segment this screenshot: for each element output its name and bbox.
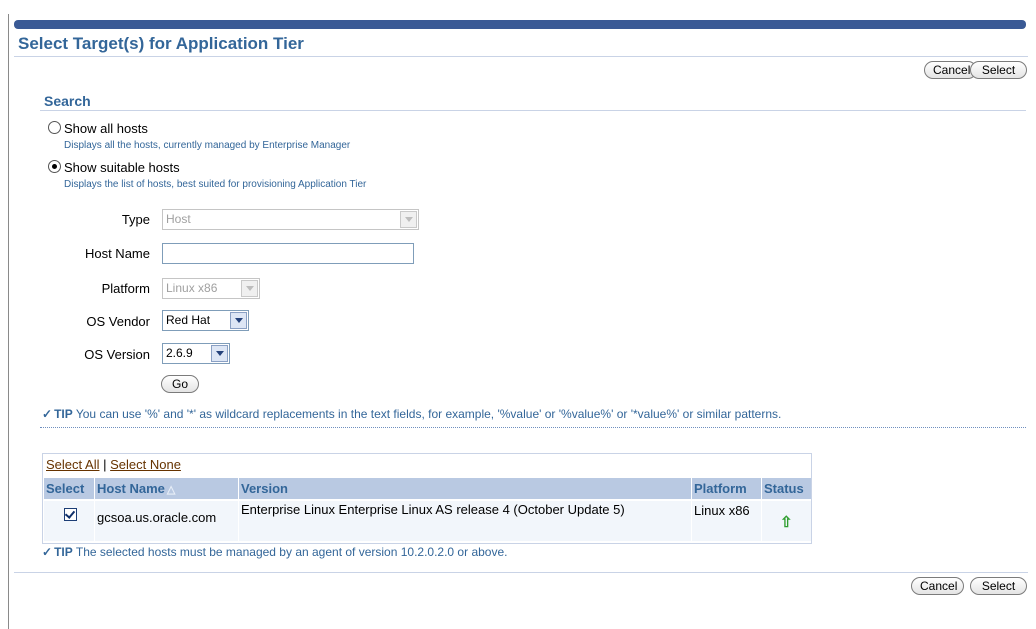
chevron-down-icon xyxy=(400,211,417,228)
chevron-down-icon xyxy=(241,280,258,297)
radio-label: Show suitable hosts xyxy=(64,160,180,175)
page-title: Select Target(s) for Application Tier xyxy=(18,34,304,53)
chevron-down-icon[interactable] xyxy=(211,345,228,362)
column-header-select: Select xyxy=(44,478,95,499)
tip-text: The selected hosts must be managed by an… xyxy=(75,545,508,559)
row-select-checkbox[interactable] xyxy=(64,508,77,521)
radio-button-selected-icon[interactable] xyxy=(48,160,61,173)
select-button-bottom[interactable]: Select xyxy=(970,577,1027,595)
column-header-version: Version xyxy=(239,478,692,499)
type-label: Type xyxy=(121,212,150,227)
bottom-divider xyxy=(14,572,1028,573)
os-version-value: 2.6.9 xyxy=(166,346,193,360)
separator: | xyxy=(103,457,107,472)
go-button[interactable]: Go xyxy=(161,375,199,393)
wildcard-tip: ✓ TIP You can use '%' and '*' as wildcard… xyxy=(42,407,781,421)
type-select: Host xyxy=(162,209,419,230)
dotted-divider xyxy=(40,427,1026,428)
column-header-status: Status xyxy=(762,478,811,499)
agent-tip: ✓ TIP The selected hosts must be managed … xyxy=(42,545,507,559)
header-bar xyxy=(14,20,1026,29)
cancel-button-bottom[interactable]: Cancel xyxy=(911,577,964,595)
tip-word: TIP xyxy=(54,407,73,421)
up-arrow-icon: ⇧ xyxy=(780,514,793,531)
column-header-host-name[interactable]: Host Name △ xyxy=(95,478,239,499)
radio-hint: Displays all the hosts, currently manage… xyxy=(64,140,351,151)
os-vendor-value: Red Hat xyxy=(166,313,211,327)
platform-value: Linux x86 xyxy=(166,281,218,295)
column-header-host-name-label: Host Name xyxy=(97,481,165,496)
search-heading: Search xyxy=(44,93,91,109)
tip-check-icon: ✓ xyxy=(42,545,53,559)
chevron-down-icon[interactable] xyxy=(230,312,247,329)
host-name-label: Host Name xyxy=(84,246,150,261)
triangle-up-icon: △ xyxy=(166,484,176,496)
os-vendor-label: OS Vendor xyxy=(86,314,150,329)
radio-show-suitable-hosts[interactable]: Show suitable hosts xyxy=(48,160,180,175)
radio-button-icon[interactable] xyxy=(48,121,61,134)
column-header-platform: Platform xyxy=(692,478,762,499)
platform-label: Platform xyxy=(101,281,150,296)
radio-label: Show all hosts xyxy=(64,121,148,136)
table-cell-version: Enterprise Linux Enterprise Linux AS rel… xyxy=(239,501,692,541)
select-none-link[interactable]: Select None xyxy=(110,457,181,472)
tip-word: TIP xyxy=(54,545,73,559)
window-frame-edge xyxy=(8,14,9,629)
select-all-none-bar: Select All | Select None xyxy=(46,457,181,472)
select-all-link[interactable]: Select All xyxy=(46,457,99,472)
type-value: Host xyxy=(166,212,191,226)
host-name-input[interactable] xyxy=(162,243,414,264)
os-version-select[interactable]: 2.6.9 xyxy=(162,343,230,364)
select-button-top[interactable]: Select xyxy=(970,61,1027,79)
os-version-label: OS Version xyxy=(84,347,150,362)
search-divider xyxy=(40,110,1026,111)
title-divider xyxy=(14,56,1028,57)
radio-hint: Displays the list of hosts, best suited … xyxy=(64,179,367,190)
tip-check-icon: ✓ xyxy=(42,407,53,421)
radio-show-all-hosts[interactable]: Show all hosts xyxy=(48,121,148,136)
table-cell-host-name: gcsoa.us.oracle.com xyxy=(95,501,239,541)
table-cell-select xyxy=(44,501,95,541)
platform-select: Linux x86 xyxy=(162,278,260,299)
os-vendor-select[interactable]: Red Hat xyxy=(162,310,249,331)
table-cell-platform: Linux x86 xyxy=(692,501,762,541)
tip-text: You can use '%' and '*' as wildcard repl… xyxy=(75,407,782,421)
